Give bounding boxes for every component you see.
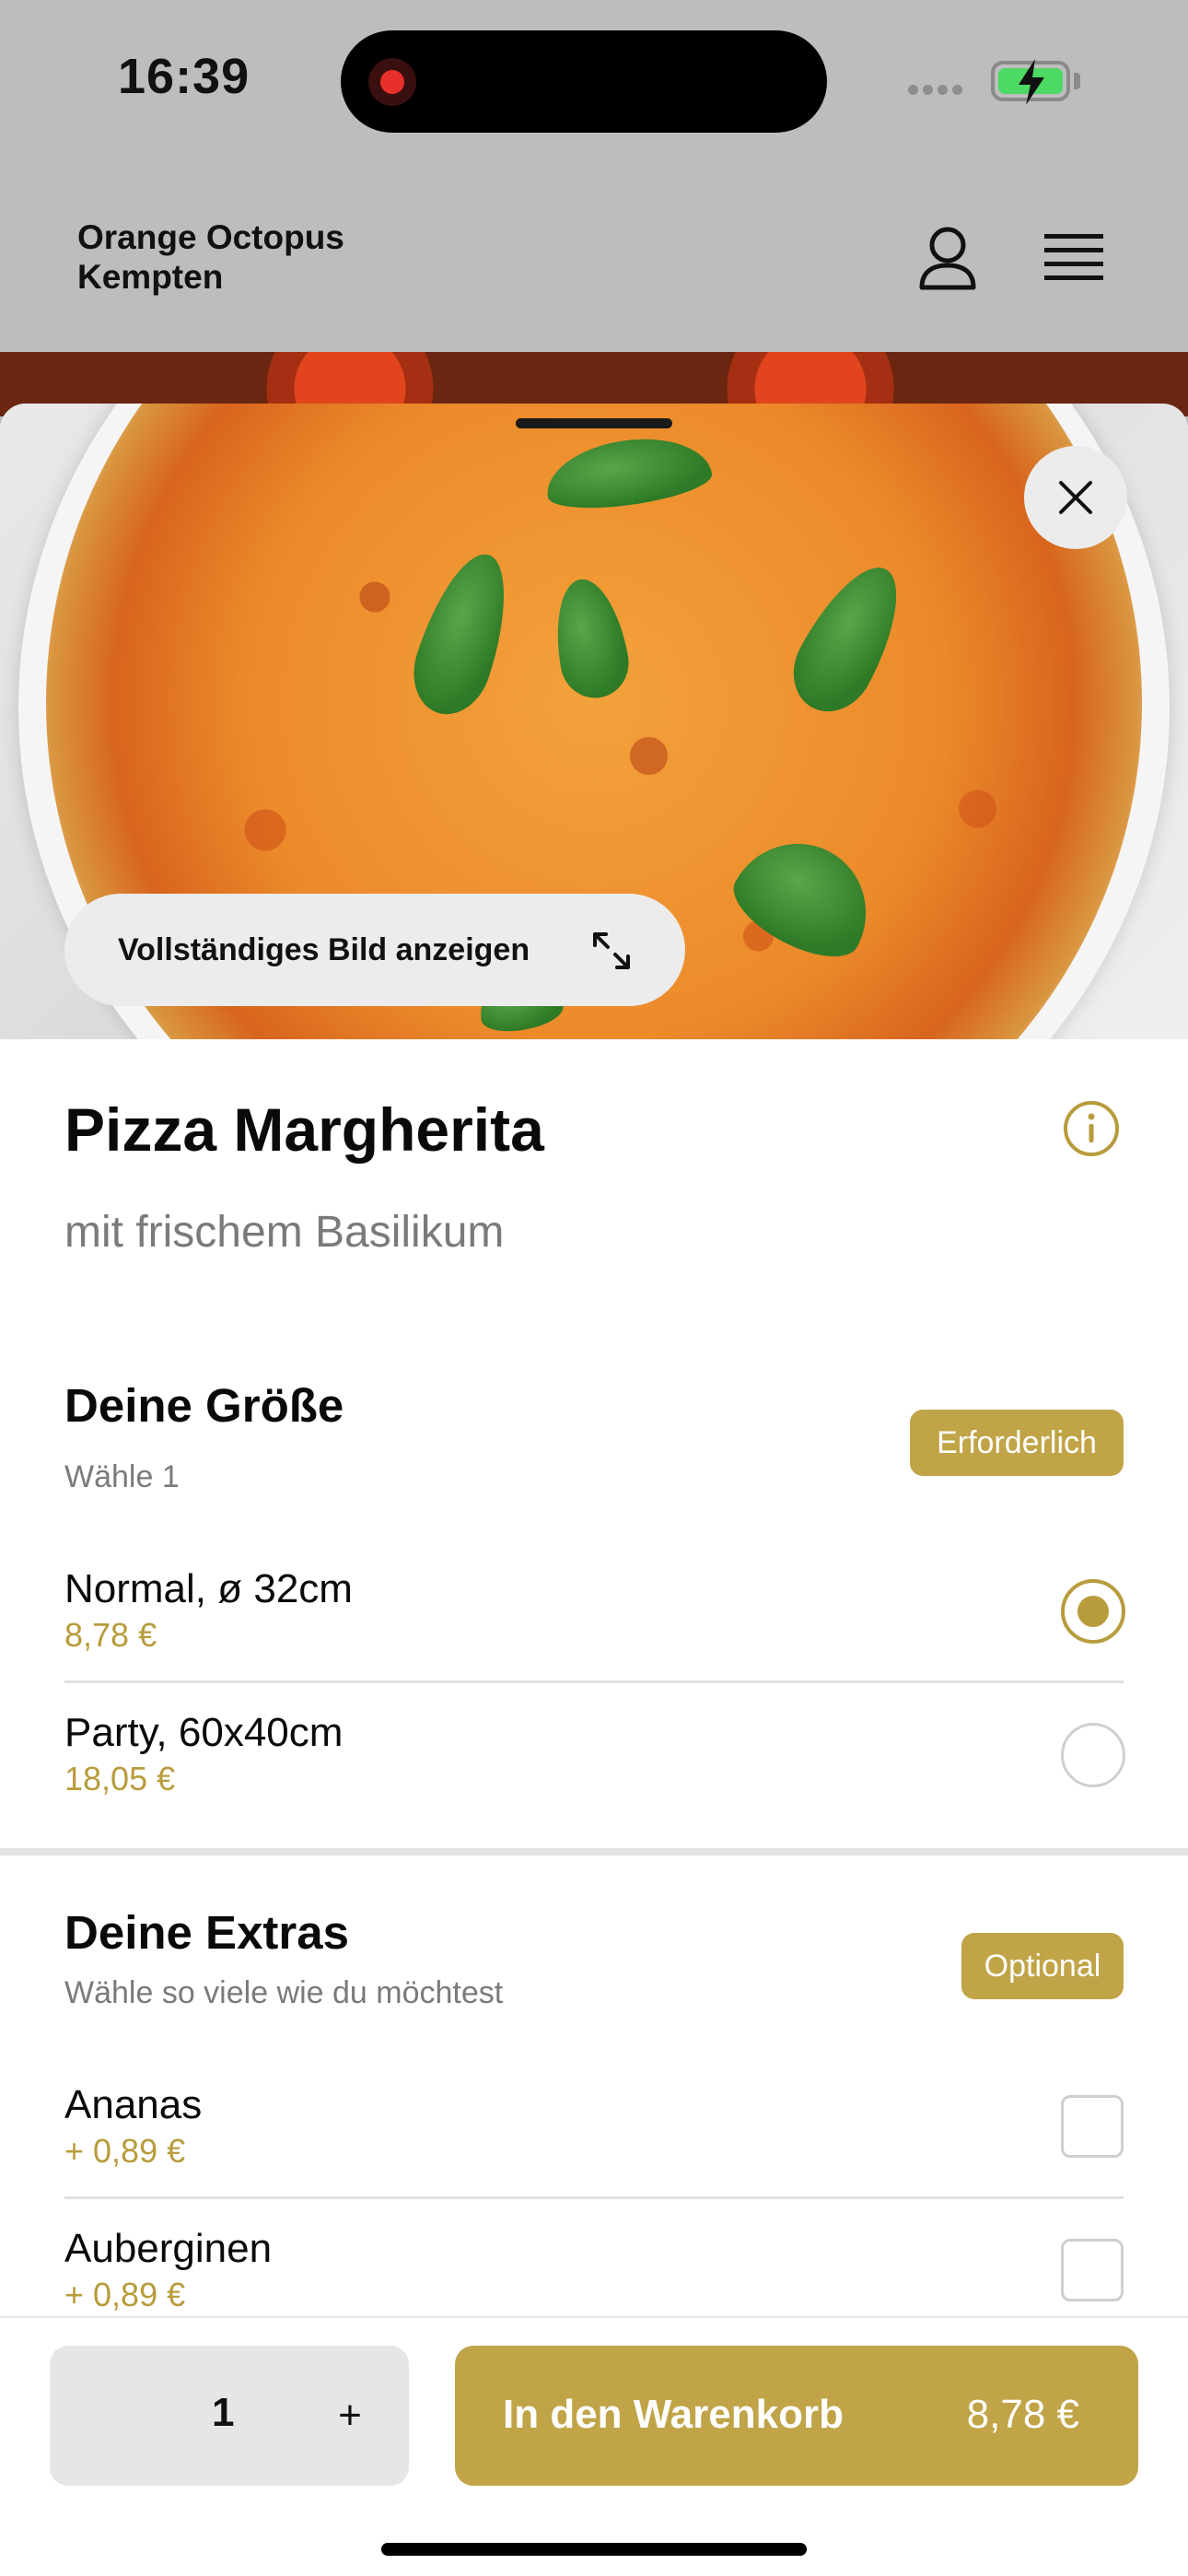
- add-to-cart-button[interactable]: In den Warenkorb 8,78 €: [455, 2346, 1138, 2486]
- app-header: Orange Octopus Kempten: [0, 166, 1188, 352]
- sheet-drag-handle[interactable]: [516, 418, 672, 428]
- extra-option-price: + 0,89 €: [64, 2132, 186, 2170]
- product-title: Pizza Margherita: [64, 1095, 544, 1164]
- restaurant-name[interactable]: Orange Octopus Kempten: [77, 217, 464, 297]
- user-account-icon[interactable]: [917, 225, 978, 291]
- size-radio-party[interactable]: [1061, 1723, 1125, 1787]
- add-to-cart-label: In den Warenkorb: [503, 2392, 844, 2437]
- extras-section-title: Deine Extras: [64, 1906, 349, 1959]
- extra-checkbox-ananas[interactable]: [1061, 2095, 1124, 2158]
- home-indicator[interactable]: [381, 2543, 807, 2556]
- extra-option-name: Ananas: [64, 2082, 203, 2127]
- optional-badge: Optional: [961, 1933, 1124, 1999]
- size-option-price: 8,78 €: [64, 1616, 157, 1654]
- dynamic-island: [341, 30, 827, 133]
- view-full-image-label: Vollständiges Bild anzeigen: [118, 931, 530, 967]
- quantity-value: 1: [212, 2390, 235, 2435]
- charging-bolt-icon: [1019, 59, 1044, 105]
- section-separator: [0, 1848, 1188, 1856]
- product-subtitle: mit frischem Basilikum: [64, 1208, 505, 1257]
- extra-option-name: Auberginen: [64, 2226, 273, 2271]
- extra-checkbox-auberginen[interactable]: [1061, 2239, 1124, 2301]
- required-badge: Erforderlich: [910, 1410, 1124, 1476]
- brand-line-2: Kempten: [77, 258, 224, 296]
- status-bar: 16:39: [0, 0, 1188, 166]
- close-icon: [1059, 481, 1092, 514]
- battery-tip: [1074, 73, 1080, 89]
- quantity-stepper: 1 +: [50, 2346, 409, 2486]
- info-icon[interactable]: [1063, 1100, 1120, 1157]
- brand-line-1: Orange Octopus: [77, 218, 344, 256]
- status-time: 16:39: [118, 49, 250, 104]
- quantity-plus-button[interactable]: +: [322, 2388, 378, 2443]
- extras-section-subtitle: Wähle so viele wie du möchtest: [64, 1975, 504, 2010]
- size-option-price: 18,05 €: [64, 1760, 176, 1797]
- expand-icon: [593, 932, 630, 969]
- view-full-image-button[interactable]: Vollständiges Bild anzeigen: [64, 894, 685, 1006]
- divider: [64, 2196, 1124, 2199]
- size-section-subtitle: Wähle 1: [64, 1459, 180, 1494]
- size-option-name: Normal, ø 32cm: [64, 1566, 353, 1611]
- hamburger-menu-icon[interactable]: [1044, 232, 1103, 284]
- product-image: Vollständiges Bild anzeigen: [0, 404, 1188, 1039]
- size-section-title: Deine Größe: [64, 1379, 344, 1432]
- product-sheet: Vollständiges Bild anzeigen Pizza Marghe…: [0, 404, 1188, 2576]
- extra-option-price: + 0,89 €: [64, 2276, 186, 2313]
- signal-icon: [908, 83, 973, 96]
- size-option-name: Party, 60x40cm: [64, 1710, 344, 1755]
- size-radio-normal[interactable]: [1061, 1579, 1125, 1644]
- divider: [64, 1680, 1124, 1683]
- close-button[interactable]: [1024, 446, 1127, 549]
- add-to-cart-price: 8,78 €: [966, 2392, 1079, 2437]
- bottom-action-bar: 1 + In den Warenkorb 8,78 €: [0, 2316, 1188, 2576]
- recording-indicator-icon: [368, 58, 416, 106]
